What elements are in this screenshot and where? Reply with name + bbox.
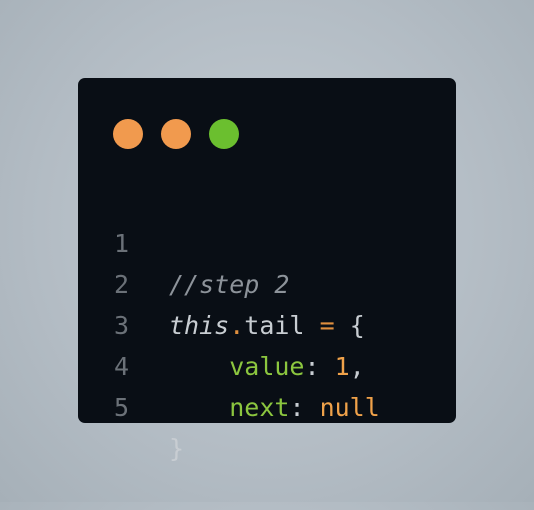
code-line: 3 value: 1,: [78, 264, 456, 381]
close-brace: }: [169, 434, 185, 463]
object-key: next: [229, 393, 290, 422]
close-dot-icon[interactable]: [113, 119, 143, 149]
line-number: 5: [114, 393, 130, 422]
colon: :: [289, 393, 305, 422]
code-line: 5 }: [78, 346, 456, 463]
code-block: 1 //step 2 2 this.tail = { 3 value: 1, 4…: [78, 182, 456, 463]
code-window: 1 //step 2 2 this.tail = { 3 value: 1, 4…: [78, 78, 456, 463]
null-value: null: [319, 393, 380, 422]
minimize-dot-icon[interactable]: [161, 119, 191, 149]
code-line: 2 this.tail = {: [78, 223, 456, 340]
code-line: 4 next: null: [78, 305, 456, 422]
code-line: 1 //step 2: [78, 182, 456, 299]
window-controls: [113, 119, 239, 149]
maximize-dot-icon[interactable]: [209, 119, 239, 149]
